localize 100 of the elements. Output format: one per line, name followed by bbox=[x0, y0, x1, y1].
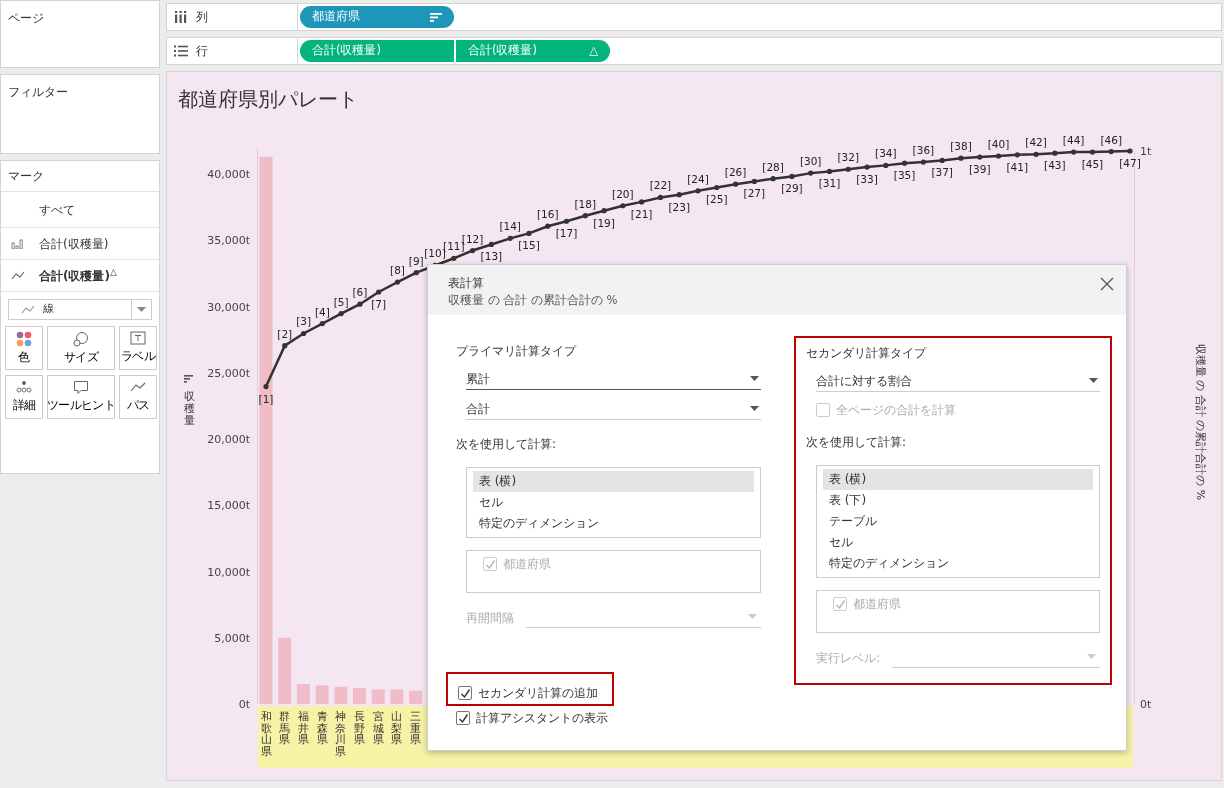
axis-title: 収穫量 bbox=[183, 390, 195, 428]
data-point[interactable] bbox=[526, 230, 532, 236]
data-label: [20] bbox=[612, 187, 634, 200]
data-point[interactable] bbox=[695, 188, 701, 194]
data-point[interactable] bbox=[751, 178, 757, 184]
data-point[interactable] bbox=[300, 330, 307, 337]
dropdown[interactable]: 累計 bbox=[466, 369, 761, 390]
marks-property-button[interactable]: 詳細 bbox=[5, 375, 43, 419]
panel-title: マーク bbox=[8, 168, 44, 185]
data-point[interactable] bbox=[714, 184, 720, 191]
data-point[interactable] bbox=[357, 301, 363, 307]
data-label: [14] bbox=[499, 220, 521, 233]
data-point[interactable] bbox=[826, 168, 833, 175]
dialog-title: 表計算 bbox=[448, 275, 485, 292]
data-point[interactable] bbox=[977, 154, 983, 160]
sort-icon[interactable] bbox=[184, 375, 193, 383]
dropdown[interactable]: 合計に対する割合 bbox=[816, 371, 1100, 392]
field-label: 次を使用して計算: bbox=[806, 434, 908, 451]
data-point[interactable] bbox=[808, 170, 814, 176]
data-label: [43] bbox=[1044, 159, 1066, 172]
data-point[interactable] bbox=[470, 247, 476, 254]
category-label: 山梨県 bbox=[391, 710, 403, 746]
list-item[interactable]: 特定のディメンション bbox=[473, 513, 754, 534]
data-label: [6] bbox=[352, 286, 368, 299]
data-point[interactable] bbox=[1033, 151, 1039, 157]
data-label: [1] bbox=[258, 392, 274, 405]
marks-property-button[interactable]: ラベル bbox=[119, 326, 157, 370]
data-point[interactable] bbox=[563, 218, 570, 224]
data-point[interactable] bbox=[376, 289, 382, 295]
data-point[interactable] bbox=[770, 176, 776, 182]
data-point[interactable] bbox=[1014, 152, 1020, 158]
data-point[interactable] bbox=[507, 235, 513, 241]
checkbox[interactable] bbox=[456, 711, 470, 725]
data-point[interactable] bbox=[958, 155, 964, 161]
data-point[interactable] bbox=[601, 208, 607, 214]
data-label: [8] bbox=[390, 264, 405, 277]
list-item[interactable]: 表 (下) bbox=[823, 490, 1093, 511]
data-point[interactable] bbox=[282, 343, 288, 349]
data-point[interactable] bbox=[582, 213, 588, 219]
data-point[interactable] bbox=[639, 199, 645, 205]
data-point[interactable] bbox=[1052, 150, 1058, 156]
data-point[interactable] bbox=[1127, 148, 1133, 154]
marks-layer[interactable]: 合計(収穫量)$^{△}$ bbox=[1, 260, 159, 292]
data-point[interactable] bbox=[995, 153, 1002, 159]
category-label: 青森県 bbox=[316, 710, 328, 746]
caret-icon bbox=[137, 306, 146, 313]
list-item[interactable]: テーブル bbox=[823, 511, 1093, 532]
data-point[interactable] bbox=[789, 173, 795, 180]
panel-title: フィルター bbox=[7, 84, 69, 101]
checkbox[interactable] bbox=[458, 686, 472, 700]
marks-layer[interactable]: すべて bbox=[1, 192, 159, 228]
marks-layer[interactable]: 合計(収穫量) bbox=[1, 228, 159, 260]
line-chart-icon bbox=[21, 305, 35, 314]
list-item[interactable]: セル bbox=[823, 532, 1093, 553]
size-circles-icon bbox=[73, 330, 89, 347]
category-label: 福井県 bbox=[297, 710, 309, 746]
marks-property-button[interactable]: サイズ bbox=[47, 326, 115, 370]
marks-property-button[interactable]: パス bbox=[119, 375, 157, 419]
list-item[interactable]: セル bbox=[473, 492, 754, 513]
dropdown[interactable]: 合計 bbox=[466, 399, 761, 420]
mark-type-dropdown[interactable]: 線 bbox=[8, 299, 152, 320]
data-point[interactable] bbox=[1108, 148, 1114, 155]
data-point[interactable] bbox=[488, 241, 494, 248]
data-label: [29] bbox=[781, 182, 803, 195]
data-point[interactable] bbox=[920, 159, 926, 165]
data-point[interactable] bbox=[902, 160, 908, 166]
data-label: [28] bbox=[762, 160, 784, 173]
marks-property-button[interactable]: 色 bbox=[5, 326, 43, 370]
bar-chart-icon bbox=[11, 238, 24, 249]
data-point[interactable] bbox=[394, 279, 401, 285]
data-point[interactable] bbox=[845, 166, 851, 172]
checkbox-label: セカンダリ計算の追加 bbox=[478, 685, 598, 702]
data-point[interactable] bbox=[319, 320, 325, 327]
data-point[interactable] bbox=[676, 192, 682, 198]
data-point[interactable] bbox=[939, 157, 945, 163]
data-point[interactable] bbox=[864, 164, 870, 170]
data-label: [42] bbox=[1025, 136, 1047, 149]
data-point[interactable] bbox=[732, 181, 739, 187]
detail-dots-icon bbox=[16, 380, 32, 394]
data-point[interactable] bbox=[263, 384, 269, 390]
marks-property-button[interactable]: ツールヒント bbox=[47, 375, 115, 419]
axis-tick-label: 35,000t bbox=[207, 234, 250, 248]
data-point[interactable] bbox=[545, 223, 551, 229]
data-point[interactable] bbox=[1071, 149, 1077, 155]
data-point[interactable] bbox=[1089, 149, 1096, 155]
data-point[interactable] bbox=[338, 311, 344, 317]
close-icon[interactable] bbox=[1100, 277, 1114, 291]
data-point[interactable] bbox=[413, 270, 419, 276]
color-dots-icon bbox=[16, 330, 32, 347]
data-label: [2] bbox=[277, 327, 293, 340]
list-item[interactable]: 表 (横) bbox=[823, 469, 1093, 490]
data-point[interactable] bbox=[620, 203, 626, 209]
data-label: [27] bbox=[743, 187, 766, 200]
label-icon bbox=[130, 331, 146, 345]
list-item[interactable]: 表 (横) bbox=[473, 471, 754, 492]
data-point[interactable] bbox=[657, 194, 664, 201]
data-point[interactable] bbox=[451, 255, 457, 261]
axis-tick-label: 25,000t bbox=[207, 366, 250, 380]
data-point[interactable] bbox=[883, 162, 889, 168]
list-item[interactable]: 特定のディメンション bbox=[823, 553, 1093, 574]
